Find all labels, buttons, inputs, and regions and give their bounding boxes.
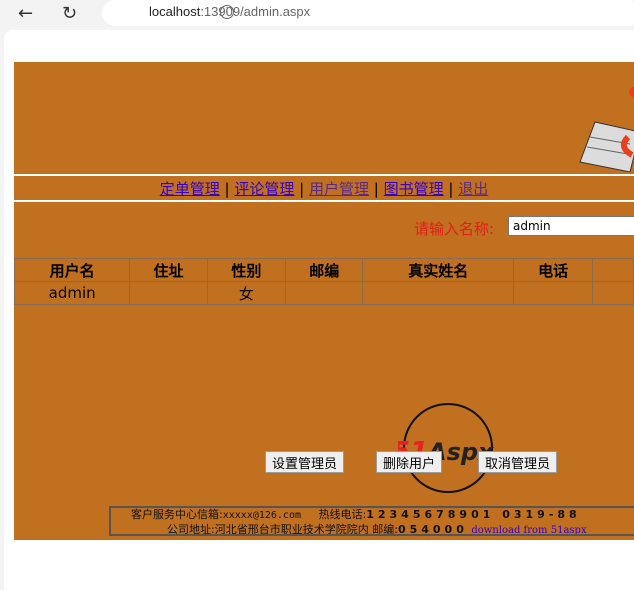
url-text[interactable]: localhost:13909/admin.aspx <box>149 4 310 19</box>
divider <box>14 200 634 202</box>
browser-toolbar: ← ↻ i localhost:13909/admin.aspx <box>0 0 634 30</box>
reload-icon[interactable]: ↻ <box>62 3 77 24</box>
nav-orders[interactable]: 定单管理 <box>160 180 220 198</box>
hotline: 12345678901 0319-88 <box>366 508 581 521</box>
table-header: 用户名 住址 性别 邮编 真实姓名 电话 <box>13 258 634 282</box>
delete-user-button[interactable]: 删除用户 <box>376 451 443 473</box>
search-input[interactable] <box>508 216 634 236</box>
nav-books[interactable]: 图书管理 <box>384 180 444 198</box>
zip: 054000 <box>397 523 468 536</box>
table-row[interactable]: admin 女 <box>13 281 634 305</box>
email: xxxxx@126.com <box>222 510 301 521</box>
zip-label: 邮编: <box>372 523 398 536</box>
email-label: 客户服务中心信箱: <box>131 508 223 521</box>
admin-panel: 定单管理 | 评论管理 | 用户管理 | 图书管理 | 退出 请输入名称: 用户… <box>13 62 634 540</box>
separator: | <box>373 180 379 198</box>
51aspx-watermark-logo: 51 Aspx <box>398 403 495 493</box>
back-arrow-icon[interactable]: ← <box>18 3 33 24</box>
address-label: 公司地址: <box>167 523 215 536</box>
nav-comments[interactable]: 评论管理 <box>234 180 294 198</box>
nav-menu: 定单管理 | 评论管理 | 用户管理 | 图书管理 | 退出 <box>14 178 634 199</box>
separator: | <box>448 180 454 198</box>
address: 河北省邢台市职业技术学院院内 <box>214 523 369 536</box>
cell <box>592 281 634 305</box>
hotline-label: 热线电话: <box>318 508 367 521</box>
cancel-admin-button[interactable]: 取消管理员 <box>478 451 558 473</box>
search-label: 请输入名称: <box>414 220 495 238</box>
cell <box>513 281 594 305</box>
nav-logout[interactable]: 退出 <box>458 180 488 198</box>
separator: | <box>299 180 305 198</box>
col-username: 用户名 <box>13 258 131 282</box>
footer: 客户服务中心信箱:xxxxx@126.com 热线电话:12345678901 … <box>109 506 634 536</box>
cell <box>129 281 208 305</box>
cell: admin <box>13 281 131 305</box>
col-realname: 真实姓名 <box>362 258 515 282</box>
download-link[interactable]: download from 51aspx <box>471 525 586 534</box>
book-phone-icon <box>579 87 634 172</box>
cell: 女 <box>206 281 287 305</box>
col-gender: 性别 <box>206 258 287 282</box>
cell <box>285 281 364 305</box>
col-address: 住址 <box>129 258 208 282</box>
col-phone: 电话 <box>513 258 594 282</box>
col-zip: 邮编 <box>285 258 364 282</box>
cell <box>362 281 515 305</box>
divider <box>14 174 634 176</box>
separator: | <box>224 180 230 198</box>
users-table: 用户名 住址 性别 邮编 真实姓名 电话 admin 女 <box>13 258 634 305</box>
set-admin-button[interactable]: 设置管理员 <box>265 451 345 473</box>
nav-users[interactable]: 用户管理 <box>309 180 369 198</box>
col-more <box>592 258 634 282</box>
